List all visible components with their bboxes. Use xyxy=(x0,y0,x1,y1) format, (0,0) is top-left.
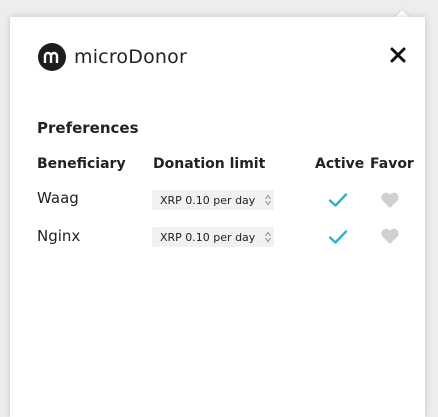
column-header-active: Active xyxy=(315,156,365,172)
close-button[interactable] xyxy=(386,43,410,67)
microdonor-popup: microDonor Preferences Beneficiary Donat… xyxy=(10,17,425,417)
favor-heart-icon[interactable] xyxy=(380,227,400,245)
spinner-arrows-icon[interactable] xyxy=(265,194,271,206)
donation-limit-value: XRP 0.10 per day xyxy=(160,230,256,244)
column-header-beneficiary: Beneficiary xyxy=(37,156,126,172)
beneficiary-name: Waag xyxy=(37,189,79,207)
favor-heart-icon[interactable] xyxy=(380,191,400,209)
spinner-arrows-icon[interactable] xyxy=(265,231,271,243)
preferences-heading: Preferences xyxy=(37,119,139,137)
active-check-icon[interactable] xyxy=(328,192,348,208)
microdonor-logo-icon xyxy=(38,43,66,71)
active-check-icon[interactable] xyxy=(328,229,348,245)
close-icon xyxy=(390,47,406,63)
beneficiary-name: Nginx xyxy=(37,227,81,245)
donation-limit-input[interactable]: XRP 0.10 per day xyxy=(152,190,274,210)
column-header-donation-limit: Donation limit xyxy=(153,156,266,172)
app-title: microDonor xyxy=(74,46,187,68)
donation-limit-value: XRP 0.10 per day xyxy=(160,193,256,207)
donation-limit-input[interactable]: XRP 0.10 per day xyxy=(152,227,274,247)
column-header-favor: Favor xyxy=(370,156,414,172)
app-header: microDonor xyxy=(38,41,187,73)
